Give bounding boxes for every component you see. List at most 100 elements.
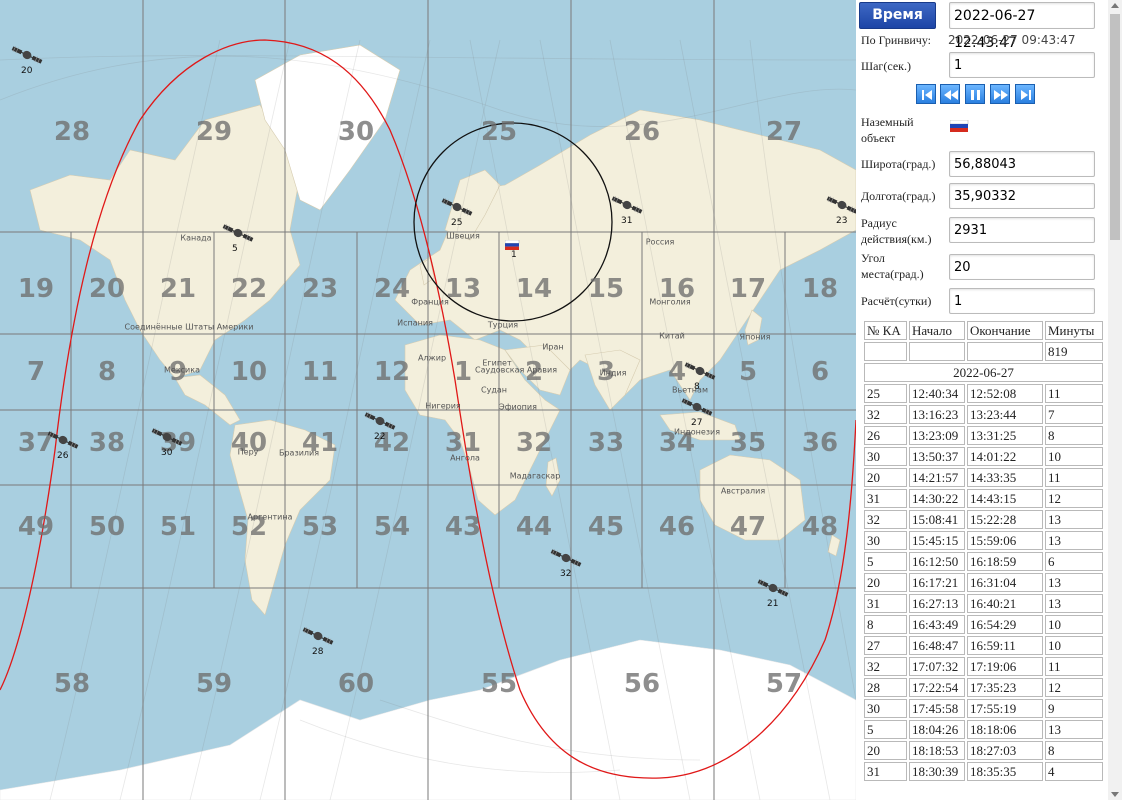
table-row[interactable]: 8 16:43:49 16:54:29 10 [864,615,1103,634]
table-row[interactable]: 31 18:30:39 18:35:35 4 [864,762,1103,781]
zone-number: 8 [97,357,117,387]
local-time-field[interactable]: 2022-06-27 12:43:47 [949,2,1095,51]
cell-end: 17:55:19 [967,699,1043,718]
zone-number: 35 [729,428,767,458]
table-row[interactable]: 28 17:22:54 17:35:23 12 [864,678,1103,697]
table-row[interactable]: 20 18:18:53 18:27:03 8 [864,741,1103,760]
cell-start: 16:27:13 [909,594,965,613]
country-label: Судан [481,385,507,395]
table-row[interactable]: 20 14:21:57 14:33:35 11 [864,468,1103,487]
satellite-number: 23 [836,216,848,226]
total-minutes: 819 [1045,342,1103,361]
time-button[interactable]: Время [859,2,936,29]
cell-start: 12:40:34 [909,384,965,403]
cell-minutes: 10 [1045,636,1103,655]
scroll-down-icon[interactable] [1111,792,1119,797]
table-row[interactable]: 32 15:08:41 15:22:28 13 [864,510,1103,529]
date-cell: 2022-06-27 [864,363,1103,382]
skip-end-button[interactable] [1015,84,1035,104]
satellite-marker[interactable]: 23 [822,190,856,226]
table-row[interactable]: 30 15:45:15 15:59:06 13 [864,531,1103,550]
cell-minutes: 13 [1045,531,1103,550]
zone-number: 55 [480,669,518,699]
step-field[interactable]: 1 [949,52,1095,78]
table-row[interactable]: 27 16:48:47 16:59:11 10 [864,636,1103,655]
zone-number: 11 [301,357,339,387]
table-row[interactable]: 32 13:16:23 13:23:44 7 [864,405,1103,424]
table-row[interactable]: 30 17:45:58 17:55:19 9 [864,699,1103,718]
cell-minutes: 4 [1045,762,1103,781]
satellite-marker[interactable]: 32 [546,543,586,579]
satellite-marker[interactable]: 31 [607,190,647,226]
cell-sat-no: 5 [864,720,907,739]
table-row[interactable]: 20 16:17:21 16:31:04 13 [864,573,1103,592]
map-area[interactable]: 28 29 30 25 26 27 19 20 21 22 23 24 13 14 15 16 17 18 7 8 9 1… [0,0,856,800]
zone-number: 46 [658,512,696,542]
satellite-marker[interactable]: 8 [680,356,720,392]
satellite-marker[interactable]: 26 [43,425,83,461]
table-row[interactable]: 5 18:04:26 18:18:06 13 [864,720,1103,739]
table-row[interactable]: 32 17:07:32 17:19:06 11 [864,657,1103,676]
satellite-marker[interactable]: 5 [218,218,258,254]
country-label: Иран [542,342,564,352]
scroll-up-icon[interactable] [1111,3,1119,8]
zone-number: 20 [88,274,126,304]
cell-end: 14:01:22 [967,447,1043,466]
zone-number: 51 [159,512,197,542]
satellite-marker[interactable]: 30 [147,422,187,458]
table-row[interactable]: 31 14:30:22 14:43:15 12 [864,489,1103,508]
rewind-button[interactable] [940,84,960,104]
zone-number: 48 [801,512,839,542]
zone-number: 32 [515,428,553,458]
calc-days-field[interactable]: 1 [949,288,1095,314]
satellite-marker[interactable]: 27 [677,392,717,428]
cell-minutes: 13 [1045,720,1103,739]
longitude-label: Долгота(град.) [861,189,936,203]
rewind-icon [944,90,958,100]
satellite-marker[interactable]: 28 [298,621,338,657]
longitude-field[interactable]: 35,90332 [949,183,1095,209]
zone-number: 22 [230,274,268,304]
cell-start: 13:23:09 [909,426,965,445]
cell-minutes: 9 [1045,699,1103,718]
skip-start-button[interactable] [916,84,936,104]
cell-minutes: 11 [1045,468,1103,487]
country-label: Швеция [446,231,480,241]
radius-field[interactable]: 2931 [949,217,1095,243]
cell-start: 16:43:49 [909,615,965,634]
zone-number: 1 [453,357,473,387]
cell-sat-no: 25 [864,384,907,403]
country-label: Монголия [649,297,691,307]
angle-label-1: Угол [861,251,885,265]
scrollbar[interactable] [1108,0,1122,800]
country-label: Ангола [450,453,480,463]
angle-field[interactable]: 20 [949,254,1095,280]
scroll-thumb[interactable] [1110,14,1120,240]
table-row[interactable]: 31 16:27:13 16:40:21 13 [864,594,1103,613]
ground-object-number: 1 [511,250,517,260]
satellite-marker[interactable]: 22 [360,406,400,442]
country-label: Мадагаскар [509,471,561,481]
table-row[interactable]: 30 13:50:37 14:01:22 10 [864,447,1103,466]
table-row[interactable]: 5 16:12:50 16:18:59 6 [864,552,1103,571]
table-row[interactable]: 26 13:23:09 13:31:25 8 [864,426,1103,445]
latitude-field[interactable]: 56,88043 [949,151,1095,177]
zone-number: 18 [801,274,839,304]
satellite-number: 22 [374,432,386,442]
country-label: Соединённые Штаты Америки [124,322,254,332]
control-panel: Время 2022-06-27 12:43:47 По Гринвичу: 2… [856,0,1108,800]
pause-button[interactable] [965,84,985,104]
cell-minutes: 6 [1045,552,1103,571]
fast-forward-button[interactable] [990,84,1010,104]
ground-object-marker[interactable]: 1 [505,240,521,262]
fast-forward-icon [994,90,1008,100]
cell-sat-no: 30 [864,531,907,550]
cell-end: 17:19:06 [967,657,1043,676]
country-label: Канада [180,233,212,243]
satellite-marker[interactable]: 25 [437,192,477,228]
cell-start: 17:22:54 [909,678,965,697]
zone-number: 25 [480,117,518,147]
satellite-marker[interactable]: 21 [753,573,793,609]
satellite-marker[interactable]: 20 [7,40,47,76]
table-row[interactable]: 25 12:40:34 12:52:08 11 [864,384,1103,403]
